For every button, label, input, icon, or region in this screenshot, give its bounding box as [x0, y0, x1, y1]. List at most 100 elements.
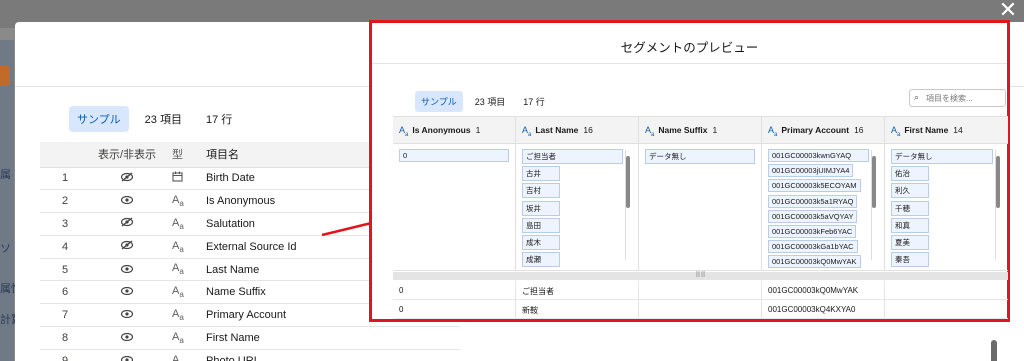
column-header[interactable]: Aa Last Name 16: [516, 117, 638, 144]
preview-rows: 0 ご担当者 001GC00003kQ0MwYAK 0 新鞍 001GC00003kQ4K…: [393, 281, 1008, 319]
eye-icon[interactable]: [88, 258, 166, 282]
field-name: First Name: [200, 326, 460, 350]
segment-preview-panel: セグメントのプレビュー サンプル 23 項目 17 行 ⌕ 項目を検索... A…: [369, 20, 1010, 322]
header-visibility[interactable]: 表示/非表示: [88, 142, 166, 168]
table-cell: 新鞍: [516, 300, 639, 318]
value-chip[interactable]: 和真: [891, 217, 929, 233]
value-chip[interactable]: ご担当者: [522, 149, 624, 164]
table-row[interactable]: 8 Aa First Name: [40, 326, 460, 350]
header-number: [40, 142, 88, 168]
table-row[interactable]: 9 AaPhoto URL: [40, 349, 460, 361]
value-chip[interactable]: 001GC00003kFeb6YAC: [768, 224, 857, 238]
value-chip[interactable]: 001GC00003jUIMJYA4: [768, 164, 854, 178]
background-label: 属: [0, 169, 11, 181]
column-values: 001GC00003kwnGYAQ 001GC00003jUIMJYA4 001GC…: [762, 144, 884, 269]
column-count: 1: [712, 125, 718, 135]
preview-tab-rows[interactable]: 17 行: [517, 91, 551, 112]
preview-column: AaFirst Name14データ無し佑治利久千穂和真夏美秦吾智即樹慧: [885, 117, 1008, 270]
search-placeholder: 項目を検索...: [926, 94, 973, 103]
column-name: Primary Account: [781, 125, 850, 135]
value-chip[interactable]: 001GC00003k5a1RYAQ: [768, 194, 858, 208]
column-header[interactable]: Aa Primary Account 16: [762, 117, 884, 144]
value-chip[interactable]: 佑治: [891, 166, 929, 182]
resize-handle[interactable]: ⠿⠿: [393, 272, 1008, 280]
eye-icon[interactable]: [88, 189, 166, 214]
scrollbar-thumb[interactable]: [991, 340, 997, 361]
eye-slash-icon[interactable]: [88, 167, 166, 191]
eye-slash-icon[interactable]: [88, 235, 166, 259]
tab-sample[interactable]: サンプル: [69, 106, 129, 132]
table-cell: [639, 300, 762, 318]
text-type-icon: Aa: [166, 235, 200, 259]
column-values: データ無し佑治利久千穂和真夏美秦吾智即樹慧: [885, 144, 1008, 269]
modal-tabs: サンプル 23 項目 17 行: [69, 106, 240, 132]
tab-fields[interactable]: 23 項目: [137, 106, 190, 132]
scrollbar-thumb[interactable]: [872, 156, 876, 208]
value-chip[interactable]: 島田: [522, 217, 560, 233]
row-number: 5: [40, 258, 88, 282]
header-type[interactable]: 型: [166, 142, 200, 168]
value-chip[interactable]: 成瀬: [522, 252, 560, 268]
value-chip[interactable]: 001GC00003kwnGYAQ: [768, 149, 870, 162]
column-name: Last Name: [535, 125, 579, 135]
text-type-icon: Aa: [166, 303, 200, 328]
row-number: 3: [40, 212, 88, 236]
value-chip[interactable]: 古井: [522, 166, 560, 182]
value-chip[interactable]: 坂井: [522, 200, 560, 216]
preview-tabs: サンプル 23 項目 17 行: [415, 91, 551, 112]
value-chip[interactable]: 利久: [891, 183, 929, 199]
row-number: 6: [40, 280, 88, 305]
preview-search-input[interactable]: ⌕ 項目を検索...: [909, 89, 1006, 107]
table-row[interactable]: 0 新鞍 001GC00003kQ4KXYA0: [393, 300, 1008, 319]
table-cell: [639, 281, 762, 299]
eye-icon[interactable]: [88, 349, 166, 361]
table-cell: 001GC00003kQ0MwYAK: [762, 281, 885, 299]
column-header[interactable]: Aa Name Suffix 1: [639, 117, 761, 144]
table-cell: 001GC00003kQ4KXYA0: [762, 300, 885, 318]
value-chip[interactable]: 秦吾: [891, 252, 929, 268]
row-number: 2: [40, 189, 88, 214]
text-type-icon: Aa: [522, 125, 532, 138]
preview-tab-fields[interactable]: 23 項目: [469, 91, 512, 112]
eye-slash-icon[interactable]: [88, 212, 166, 236]
eye-icon[interactable]: [88, 303, 166, 328]
field-name: Photo URL: [200, 349, 460, 361]
preview-title: セグメントのプレビュー: [620, 41, 759, 55]
column-name: Is Anonymous: [412, 125, 471, 135]
value-chip[interactable]: データ無し: [891, 149, 994, 164]
background-app-icon: [0, 66, 10, 86]
text-type-icon: Aa: [645, 125, 655, 138]
text-type-icon: Aa: [166, 349, 200, 361]
eye-icon[interactable]: [88, 280, 166, 305]
scrollbar-thumb[interactable]: [626, 156, 630, 208]
column-count: 14: [953, 125, 963, 135]
preview-column: Aa Is Anonymous 1 0: [393, 117, 516, 270]
row-number: 7: [40, 303, 88, 328]
table-row[interactable]: 0 ご担当者 001GC00003kQ0MwYAK: [393, 281, 1008, 300]
value-chip[interactable]: 0: [399, 149, 509, 162]
value-chip[interactable]: 千穂: [891, 200, 929, 216]
preview-tab-sample[interactable]: サンプル: [415, 91, 463, 112]
divider: [372, 63, 1007, 64]
row-number: 4: [40, 235, 88, 259]
table-cell: [885, 300, 1008, 318]
value-chip[interactable]: 吉村: [522, 183, 560, 199]
value-chip[interactable]: 成木: [522, 234, 560, 250]
value-chip[interactable]: 001GC00003k5aVQYAY: [768, 209, 858, 223]
row-number: 9: [40, 349, 88, 361]
scrollbar-thumb[interactable]: [996, 156, 1000, 208]
value-chip[interactable]: 夏美: [891, 234, 929, 250]
value-chip[interactable]: 001GC00003k5ECOYAM: [768, 179, 861, 193]
eye-icon[interactable]: [88, 326, 166, 350]
value-chip[interactable]: 001GC00003kQ0MwYAK: [768, 255, 861, 269]
column-header[interactable]: Aa First Name 14: [885, 117, 1008, 144]
column-count: 1: [475, 125, 481, 135]
tab-rows[interactable]: 17 行: [198, 106, 240, 132]
preview-columns: Aa Is Anonymous 1 0 Aa Last Name 16 ご担当者古井 吉村 坂井島…: [393, 116, 1008, 271]
value-chip[interactable]: データ無し: [645, 149, 755, 164]
close-icon[interactable]: ✕: [997, 0, 1019, 22]
preview-column: Aa Name Suffix 1 データ無し: [639, 117, 762, 270]
column-header[interactable]: Aa Is Anonymous 1: [393, 117, 515, 144]
value-chip[interactable]: 001GC00003kGa1bYAC: [768, 240, 858, 254]
text-type-icon: Aa: [768, 125, 778, 138]
